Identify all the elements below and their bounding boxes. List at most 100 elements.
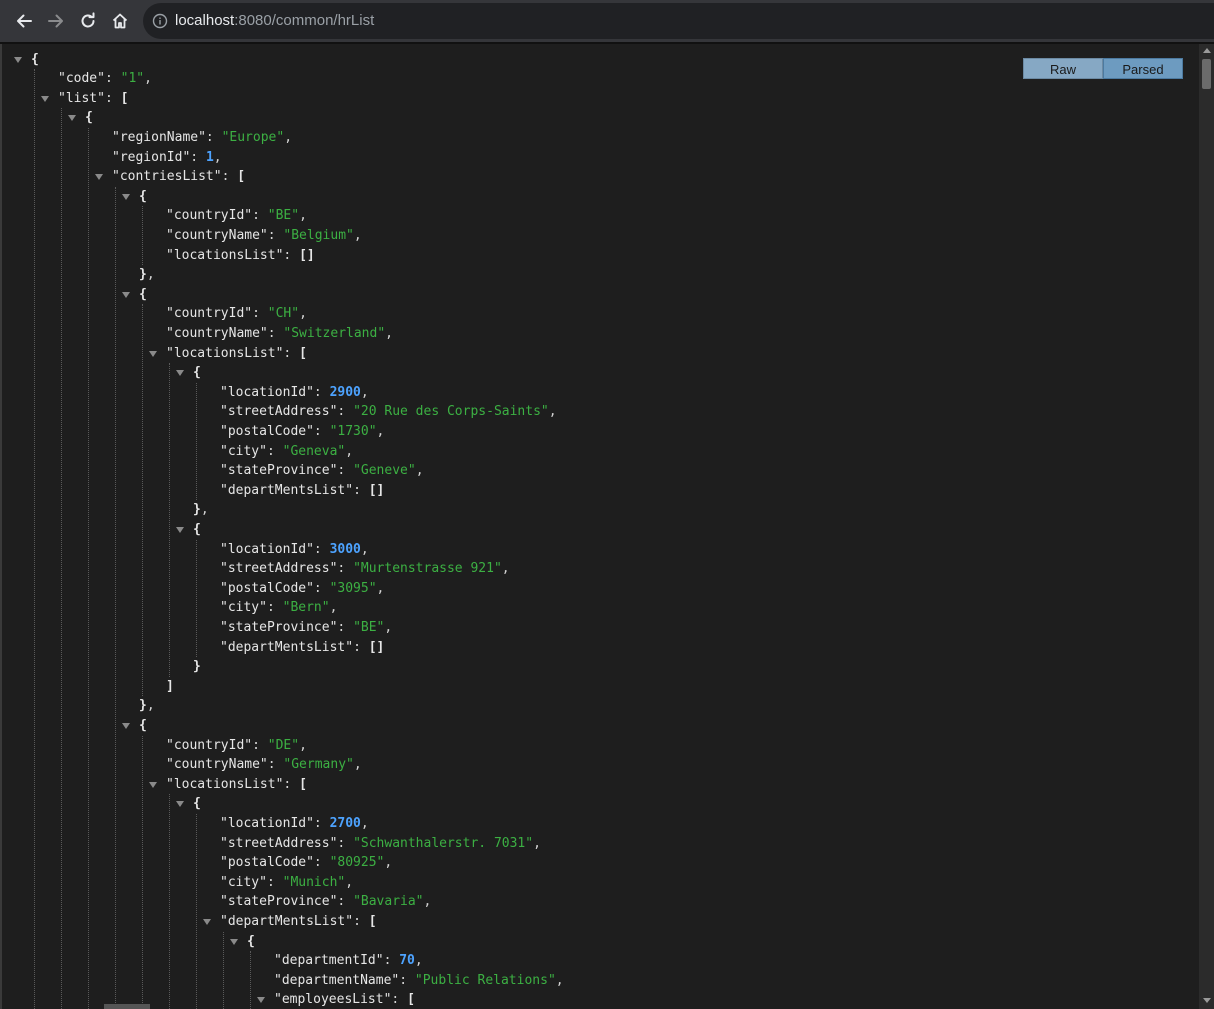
json-line: "regionName": "Europe", (112, 128, 292, 148)
json-key: "departmentName" (274, 972, 400, 988)
collapse-toggle-icon[interactable] (230, 938, 238, 945)
collapse-toggle-icon[interactable] (95, 174, 103, 181)
json-string-value: "20 Rue des Corps-Saints" (353, 404, 549, 420)
json-punctuation: , (144, 71, 152, 87)
json-string-value: "Switzerland" (283, 325, 386, 341)
json-key: "countryId" (166, 306, 253, 322)
json-punctuation: : (104, 71, 121, 87)
json-bracket: { (139, 717, 147, 733)
json-bracket: { (193, 796, 201, 812)
json-number-value: 2900 (329, 384, 361, 400)
json-bracket: } (139, 698, 147, 714)
json-key: "departMentsList" (220, 639, 354, 655)
collapse-toggle-icon[interactable] (122, 722, 130, 729)
forward-button[interactable] (42, 7, 70, 35)
json-line: "city": "Bern", (220, 598, 337, 618)
json-punctuation: : (313, 580, 330, 596)
scroll-up-icon[interactable] (1203, 48, 1211, 53)
site-info-icon[interactable] (152, 13, 168, 29)
json-bracket: { (193, 521, 201, 537)
json-punctuation: : (313, 815, 330, 831)
back-button[interactable] (10, 7, 38, 35)
json-key: "regionId" (112, 149, 191, 165)
raw-view-button[interactable]: Raw (1023, 58, 1103, 79)
json-line: }, (139, 265, 155, 285)
json-punctuation: , (376, 580, 385, 596)
json-key: "locationId" (220, 384, 314, 400)
json-key: "regionName" (112, 129, 206, 145)
url-text[interactable]: localhost:8080/common/hrList (175, 12, 374, 30)
json-key: "streetAddress" (220, 835, 338, 851)
json-punctuation: : (337, 894, 354, 910)
collapse-toggle-icon[interactable] (68, 115, 76, 122)
json-line: } (193, 657, 201, 677)
json-string-value: "Belgium" (283, 227, 354, 243)
json-punctuation: , (345, 443, 354, 459)
json-line: "employeesList": [ (274, 990, 415, 1009)
indent-guide (142, 304, 143, 697)
json-punctuation: , (146, 267, 155, 283)
scrollbar-thumb[interactable] (1202, 59, 1211, 89)
view-mode-switch: Raw Parsed (1023, 58, 1183, 79)
json-number-value: 1 (205, 149, 214, 165)
json-string-value: "Bern" (282, 600, 330, 616)
json-punctuation: , (384, 855, 393, 871)
json-key: "postalCode" (220, 580, 314, 596)
json-punctuation: , (353, 227, 362, 243)
home-button[interactable] (106, 7, 134, 35)
json-punctuation: : (266, 600, 283, 616)
json-line: "locationId": 3000, (220, 540, 369, 560)
collapse-toggle-icon[interactable] (41, 95, 49, 102)
collapse-toggle-icon[interactable] (149, 350, 157, 357)
viewer-left-edge (0, 44, 2, 1009)
json-punctuation: : (313, 855, 330, 871)
json-line: "postalCode": "80925", (220, 853, 392, 873)
collapse-toggle-icon[interactable] (14, 56, 22, 63)
json-punctuation: , (501, 561, 510, 577)
reload-icon (79, 12, 97, 30)
json-punctuation: , (200, 502, 209, 518)
json-bracket: { (85, 110, 93, 126)
json-punctuation: , (423, 894, 432, 910)
json-bracket: } (139, 267, 147, 283)
json-line: { (85, 108, 93, 128)
collapse-toggle-icon[interactable] (176, 526, 184, 533)
collapse-toggle-icon[interactable] (176, 370, 184, 377)
json-bracket: } (193, 659, 201, 675)
collapse-toggle-icon[interactable] (122, 193, 130, 200)
reload-button[interactable] (74, 7, 102, 35)
horizontal-scrollbar-thumb[interactable] (104, 1004, 150, 1009)
vertical-scrollbar[interactable] (1199, 44, 1214, 1009)
address-bar[interactable]: localhost:8080/common/hrList (143, 3, 1214, 39)
json-key: "contriesList" (112, 169, 222, 185)
browser-toolbar: localhost:8080/common/hrList (0, 0, 1214, 42)
json-bracket: { (193, 365, 201, 381)
json-line: "postalCode": "1730", (220, 422, 384, 442)
json-punctuation: , (146, 698, 155, 714)
json-line: "countryName": "Belgium", (166, 226, 362, 246)
collapse-toggle-icon[interactable] (176, 801, 184, 808)
json-string-value: "DE" (267, 737, 300, 753)
json-punctuation: : (205, 129, 222, 145)
indent-guide (88, 127, 89, 1009)
json-line: "code": "1", (58, 69, 152, 89)
json-key: "stateProvince" (220, 463, 338, 479)
indent-guide (169, 363, 170, 677)
parsed-view-button[interactable]: Parsed (1103, 58, 1183, 79)
json-punctuation: : (267, 325, 284, 341)
json-line: "countryName": "Germany", (166, 755, 362, 775)
json-number-value: 70 (399, 953, 415, 969)
collapse-toggle-icon[interactable] (257, 997, 265, 1004)
collapse-toggle-icon[interactable] (122, 291, 130, 298)
json-key: "employeesList" (274, 992, 392, 1008)
json-key: "countryName" (166, 325, 268, 341)
json-bracket: } (193, 502, 201, 518)
json-bracket: [ (299, 345, 307, 361)
collapse-toggle-icon[interactable] (203, 918, 211, 925)
collapse-toggle-icon[interactable] (149, 781, 157, 788)
json-line: { (31, 50, 39, 70)
scroll-down-icon[interactable] (1203, 998, 1211, 1003)
json-bracket: [] (299, 247, 315, 263)
json-punctuation: : (283, 776, 300, 792)
json-key: "departmentId" (274, 953, 384, 969)
